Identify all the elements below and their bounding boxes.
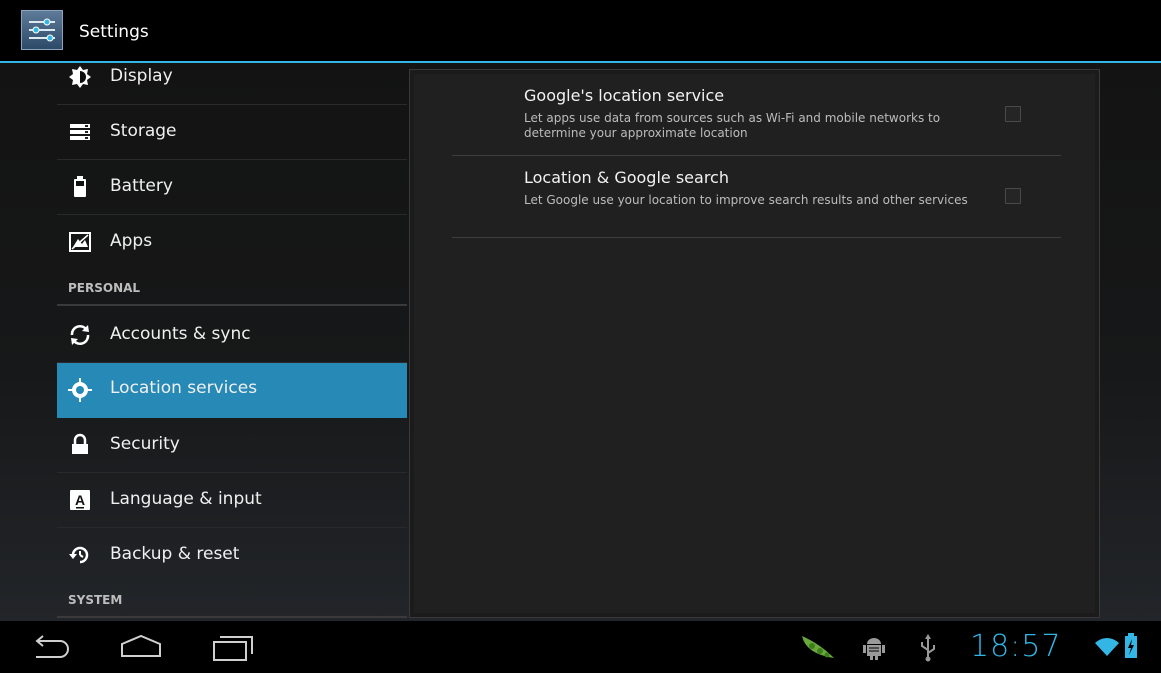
settings-sliders-icon[interactable] xyxy=(21,10,63,50)
backup-icon xyxy=(68,543,92,567)
action-bar: Settings xyxy=(0,0,1161,63)
sidebar-item-accounts-sync[interactable]: Accounts & sync xyxy=(57,309,407,363)
app-title: Settings xyxy=(79,22,149,42)
location-settings-panel: Google's location service Let apps use d… xyxy=(409,69,1100,618)
pref-title: Google's location service xyxy=(524,86,725,105)
svg-text:A: A xyxy=(75,492,85,508)
sidebar-item-label: Backup & reset xyxy=(110,544,240,564)
sidebar-item-label: Apps xyxy=(110,231,153,251)
home-icon[interactable] xyxy=(118,634,164,664)
battery-icon xyxy=(68,175,92,199)
sync-icon xyxy=(68,323,92,347)
sidebar-item-label: Storage xyxy=(110,121,177,141)
google-location-checkbox[interactable] xyxy=(1005,106,1021,122)
usb-icon xyxy=(918,634,938,666)
sidebar-item-label: Location services xyxy=(110,378,258,398)
sidebar-item-security[interactable]: Security xyxy=(57,419,407,473)
storage-icon xyxy=(68,120,92,144)
content-area: Display Storage Battery Apps PERSONAL Ac… xyxy=(0,63,1161,621)
pref-summary: Let apps use data from sources such as W… xyxy=(524,111,941,140)
sidebar-item-label: Security xyxy=(110,434,180,454)
sidebar-item-apps[interactable]: Apps xyxy=(57,216,407,270)
sidebar-item-location-services[interactable]: Location services xyxy=(57,363,407,418)
sidebar-item-storage[interactable]: Storage xyxy=(57,106,407,160)
location-icon xyxy=(68,378,92,402)
sidebar-item-label: Battery xyxy=(110,176,173,196)
section-header-system: SYSTEM xyxy=(57,585,407,618)
lock-icon xyxy=(68,433,92,457)
recent-apps-icon[interactable] xyxy=(212,634,254,666)
apps-icon xyxy=(68,230,92,254)
brightness-icon xyxy=(68,65,92,89)
panel-inner: Google's location service Let apps use d… xyxy=(414,74,1095,613)
section-header-label: SYSTEM xyxy=(68,593,123,607)
section-header-label: PERSONAL xyxy=(68,281,141,295)
location-search-checkbox[interactable] xyxy=(1005,188,1021,204)
back-icon[interactable] xyxy=(30,634,72,664)
sidebar-item-display[interactable]: Display xyxy=(57,63,407,105)
sidebar-item-label: Accounts & sync xyxy=(110,324,251,344)
sidebar-item-label: Language & input xyxy=(110,489,262,509)
section-header-personal: PERSONAL xyxy=(57,273,407,306)
android-debug-icon xyxy=(862,635,886,665)
sidebar-item-backup-reset[interactable]: Backup & reset xyxy=(57,529,407,583)
sidebar-item-language-input[interactable]: A Language & input xyxy=(57,474,407,528)
pref-location-google-search[interactable]: Location & Google search Let Google use … xyxy=(452,156,1061,238)
notification-pea-pod-icon[interactable] xyxy=(800,632,838,666)
status-clock: 18:57 xyxy=(970,629,1062,664)
pref-title: Location & Google search xyxy=(524,168,729,187)
sidebar-item-battery[interactable]: Battery xyxy=(57,161,407,215)
system-navigation-bar: 18:57 xyxy=(0,621,1161,673)
pref-google-location-service[interactable]: Google's location service Let apps use d… xyxy=(452,74,1061,156)
pref-summary: Let Google use your location to improve … xyxy=(524,193,968,207)
battery-charging-icon xyxy=(1124,633,1138,663)
keyboard-language-icon: A xyxy=(68,488,92,512)
settings-sidebar: Display Storage Battery Apps PERSONAL Ac… xyxy=(57,63,407,621)
wifi-icon xyxy=(1095,637,1119,661)
sidebar-item-label: Display xyxy=(110,66,173,86)
